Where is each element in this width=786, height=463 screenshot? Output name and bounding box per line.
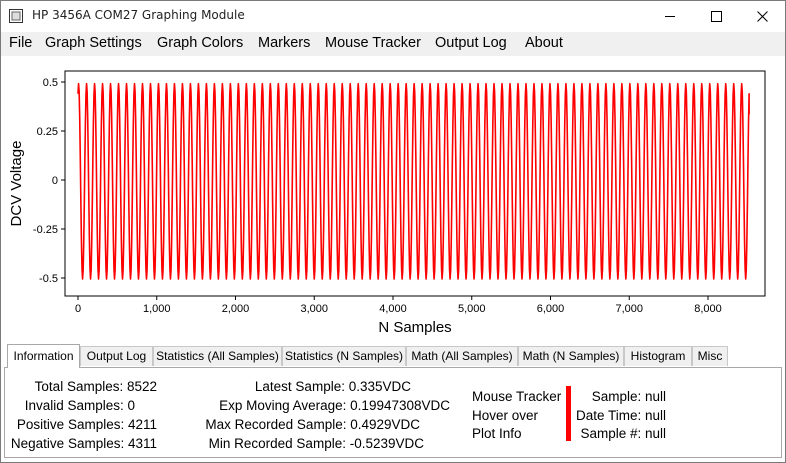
tab-misc[interactable]: Misc xyxy=(692,346,728,366)
min-recorded-sample: Min Recorded Sample: -0.5239VDC xyxy=(208,436,424,451)
tracker-color-indicator xyxy=(566,386,571,441)
title-bar[interactable]: HP 3456A COM27 Graphing Module xyxy=(1,1,785,32)
y-axis-label: DCV Voltage xyxy=(8,141,25,227)
tracker-sample-num: Sample #: null xyxy=(580,426,666,441)
negative-samples: Negative Samples: 4311 xyxy=(10,436,157,451)
close-button[interactable] xyxy=(739,1,785,32)
app-icon xyxy=(9,9,23,23)
tracker-label-line3: Plot Info xyxy=(472,426,522,441)
total-samples: Total Samples: 8522 xyxy=(34,379,157,394)
x-tick-label: 7,000 xyxy=(615,303,643,315)
menu-about[interactable]: About xyxy=(525,35,563,51)
y-tick-label: -0.25 xyxy=(33,224,58,236)
tab-histogram[interactable]: Histogram xyxy=(624,346,692,366)
menu-file[interactable]: File xyxy=(9,35,32,51)
minimize-button[interactable] xyxy=(647,1,693,32)
tab-math-n[interactable]: Math (N Samples) xyxy=(518,346,624,366)
x-tick-label: 2,000 xyxy=(222,303,250,315)
maximize-icon xyxy=(711,11,722,22)
x-tick-label: 6,000 xyxy=(537,303,565,315)
menu-markers[interactable]: Markers xyxy=(258,35,310,51)
y-tick-label: 0 xyxy=(52,175,58,187)
positive-samples: Positive Samples: 4211 xyxy=(16,417,157,432)
x-tick-label: 3,000 xyxy=(300,303,328,315)
tracker-label-line1: Mouse Tracker xyxy=(472,389,562,404)
menu-graph-settings[interactable]: Graph Settings xyxy=(45,35,142,51)
tab-strip: Information Output Log Statistics (All S… xyxy=(1,342,785,368)
maximize-button[interactable] xyxy=(693,1,739,32)
invalid-samples: Invalid Samples: 0 xyxy=(24,398,135,413)
tracker-sample: Sample: null xyxy=(591,389,666,404)
tab-statistics-all[interactable]: Statistics (All Samples) xyxy=(153,346,282,366)
close-icon xyxy=(757,11,768,22)
tab-information[interactable]: Information xyxy=(7,344,80,368)
tracker-date-time: Date Time: null xyxy=(575,408,666,423)
tab-statistics-n[interactable]: Statistics (N Samples) xyxy=(282,346,406,366)
tab-math-all[interactable]: Math (All Samples) xyxy=(406,346,518,366)
chart-canvas[interactable]: 0.5 0.25 0 -0.25 -0.5 0 1,000 2,000 3,000 4,000 5,… xyxy=(1,56,785,342)
x-tick-label: 0 xyxy=(75,303,81,315)
x-tick-label: 4,000 xyxy=(379,303,407,315)
menu-mouse-tracker[interactable]: Mouse Tracker xyxy=(325,35,421,51)
tracker-label-line2: Hover over xyxy=(472,408,539,423)
latest-sample: Latest Sample: 0.335VDC xyxy=(254,379,411,394)
x-axis-label: N Samples xyxy=(378,319,451,336)
menu-bar: File Graph Settings Graph Colors Markers… xyxy=(1,32,785,56)
minimize-icon xyxy=(665,16,675,17)
y-tick-label: -0.5 xyxy=(39,273,58,285)
window-title: HP 3456A COM27 Graphing Module xyxy=(32,8,245,22)
menu-graph-colors[interactable]: Graph Colors xyxy=(157,35,243,51)
tab-output-log[interactable]: Output Log xyxy=(80,346,153,366)
exp-moving-average: Exp Moving Average: 0.19947308VDC xyxy=(219,398,450,413)
menu-output-log[interactable]: Output Log xyxy=(435,35,507,51)
x-tick-label: 5,000 xyxy=(458,303,486,315)
app-window: HP 3456A COM27 Graphing Module File Grap… xyxy=(0,0,786,463)
x-tick-label: 8,000 xyxy=(694,303,722,315)
voltage-chart[interactable]: 0.5 0.25 0 -0.25 -0.5 0 1,000 2,000 3,000 4,000 5,… xyxy=(1,56,785,342)
max-recorded-sample: Max Recorded Sample: 0.4929VDC xyxy=(205,417,420,432)
y-tick-label: 0.5 xyxy=(43,77,58,89)
x-tick-label: 1,000 xyxy=(143,303,171,315)
y-tick-label: 0.25 xyxy=(37,126,58,138)
